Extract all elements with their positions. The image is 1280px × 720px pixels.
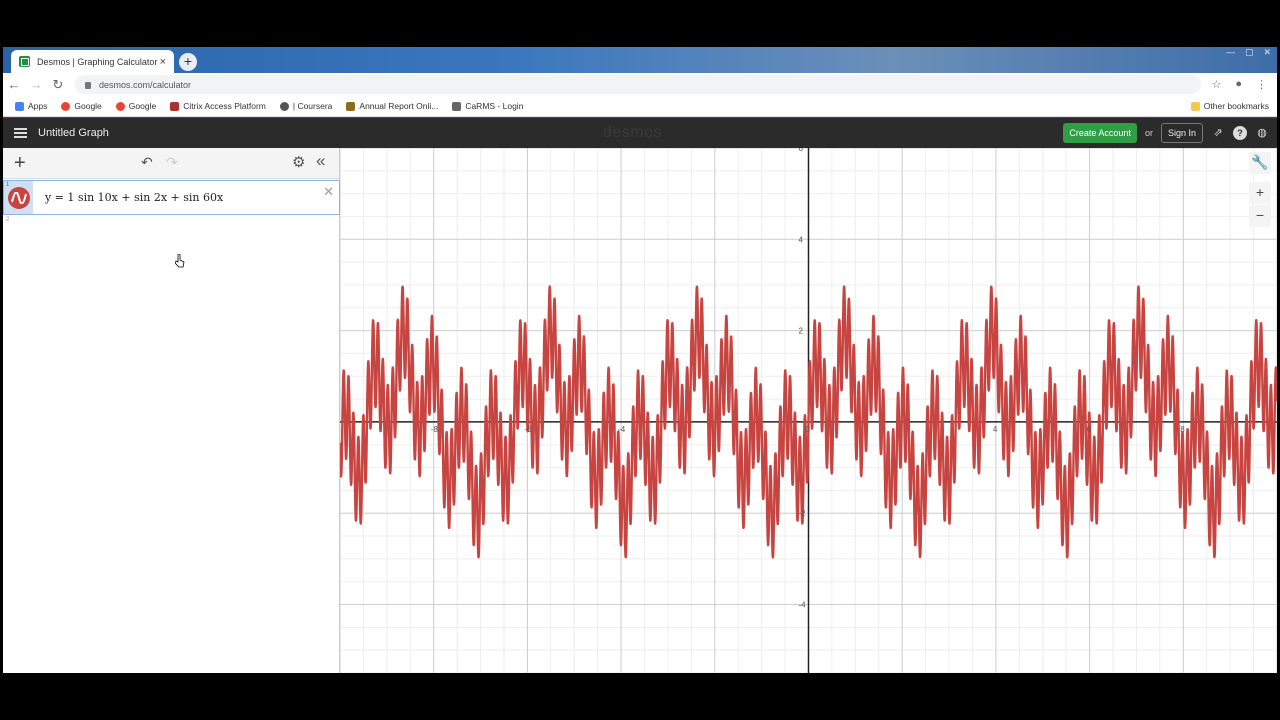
expression-tab[interactable]: 1 <box>4 181 33 214</box>
delete-expression-icon[interactable]: ✕ <box>323 184 334 200</box>
bookmark-annual-report[interactable]: Annual Report Onli... <box>346 101 438 111</box>
x-tick-label: 8 <box>1180 425 1185 434</box>
y-tick-label: 4 <box>799 235 804 244</box>
desmos-header: Untitled Graph desmos Create Account or … <box>3 118 1277 148</box>
desmos-logo: desmos <box>603 124 663 141</box>
x-tick-label: -4 <box>618 425 626 434</box>
url-bar[interactable]: desmos.com/calculator <box>75 75 1202 94</box>
graph-style-icon[interactable] <box>7 186 30 209</box>
mouse-pointer-icon <box>175 254 185 268</box>
desmos-favicon-icon <box>19 56 30 67</box>
carms-icon <box>452 101 462 111</box>
x-tick-label: -6 <box>524 425 532 434</box>
add-expression-button[interactable]: + <box>14 152 26 175</box>
share-icon[interactable]: ⇗ <box>1211 126 1225 140</box>
url-text: desmos.com/calculator <box>99 79 192 90</box>
x-tick-label: 4 <box>993 425 998 434</box>
tab-title: Desmos | Graphing Calculator <box>37 56 158 67</box>
undo-icon[interactable]: ↶ <box>141 154 153 171</box>
bookmarks-bar: Apps Google Google Citrix Access Platfor… <box>3 96 1277 117</box>
back-arrow-icon[interactable]: ← <box>3 77 25 92</box>
star-icon[interactable]: ☆ <box>1211 78 1221 91</box>
graph-title[interactable]: Untitled Graph <box>38 127 109 139</box>
reload-icon[interactable]: ↻ <box>47 77 69 93</box>
bookmark-carms[interactable]: CaRMS - Login <box>452 101 523 111</box>
google-icon <box>115 101 125 111</box>
collapse-panel-icon[interactable]: « <box>316 151 325 171</box>
profile-icon[interactable]: ● <box>1235 78 1242 91</box>
zoom-in-button[interactable]: + <box>1249 182 1271 204</box>
address-bar-row: ← → ↻ desmos.com/calculator ☆ ● ⋮ <box>3 73 1277 96</box>
expression-panel: + ↶ ↷ ⚙ « 1 y = 1 sin 10x + sin 2x + sin… <box>3 148 340 673</box>
gear-icon[interactable]: ⚙ <box>292 153 305 171</box>
create-account-button[interactable]: Create Account <box>1063 123 1137 143</box>
y-tick-label: 6 <box>799 148 804 153</box>
x-tick-label: 0 <box>806 425 811 434</box>
bookmark-google-1[interactable]: Google <box>61 101 102 111</box>
hamburger-menu-icon[interactable] <box>14 128 27 138</box>
expression-index: 1 <box>6 182 10 188</box>
report-icon <box>346 101 356 111</box>
tab-close-icon[interactable]: × <box>160 56 166 68</box>
other-bookmarks[interactable]: Other bookmarks <box>1190 101 1269 111</box>
y-tick-label: -4 <box>799 601 807 610</box>
redo-icon[interactable]: ↷ <box>166 154 178 171</box>
bookmark-google-2[interactable]: Google <box>115 101 156 111</box>
forward-arrow-icon[interactable]: → <box>25 77 47 92</box>
globe-icon <box>279 101 289 111</box>
wrench-icon[interactable]: 🔧 <box>1249 152 1271 174</box>
citrix-icon <box>170 101 180 111</box>
bookmark-citrix[interactable]: Citrix Access Platform <box>170 101 266 111</box>
sign-in-button[interactable]: Sign In <box>1160 123 1203 143</box>
google-icon <box>61 101 71 111</box>
window-controls[interactable]: — ▢ ✕ <box>1226 47 1271 57</box>
or-label: or <box>1144 128 1153 138</box>
bookmark-apps[interactable]: Apps <box>15 101 47 111</box>
help-icon[interactable]: ? <box>1233 126 1247 140</box>
globe-icon[interactable]: ◍ <box>1255 126 1269 140</box>
graph-canvas[interactable]: -8 -6 -4 0 4 6 8 6 4 2 -2 -4 <box>340 148 1277 673</box>
x-tick-label: -8 <box>431 425 439 434</box>
new-tab-button[interactable]: + <box>179 53 197 71</box>
browser-window: — ▢ ✕ Desmos | Graphing Calculator × + ← →… <box>3 47 1277 673</box>
zoom-out-button[interactable]: − <box>1249 205 1271 227</box>
folder-icon <box>1190 101 1200 111</box>
screen: — ▢ ✕ Desmos | Graphing Calculator × + ← →… <box>0 0 1280 720</box>
graph-paper[interactable]: -8 -6 -4 0 4 6 8 6 4 2 -2 -4 🔧 + − <box>340 148 1277 673</box>
expression-row[interactable]: 1 y = 1 sin 10x + sin 2x + sin 60x ✕ <box>3 180 340 215</box>
menu-dots-icon[interactable]: ⋮ <box>1256 78 1267 91</box>
y-tick-label: 2 <box>799 327 804 336</box>
lock-icon <box>85 82 91 89</box>
next-expression-index: 2 <box>6 217 10 223</box>
bookmark-coursera[interactable]: | Coursera <box>279 101 332 111</box>
x-tick-label: 6 <box>1087 425 1092 434</box>
y-tick-label: -2 <box>799 509 807 518</box>
expression-input[interactable]: y = 1 sin 10x + sin 2x + sin 60x <box>45 191 223 204</box>
apps-grid-icon <box>15 101 24 111</box>
browser-tab[interactable]: Desmos | Graphing Calculator × <box>11 50 174 73</box>
expression-toolbar: + ↶ ↷ ⚙ « <box>3 148 339 179</box>
